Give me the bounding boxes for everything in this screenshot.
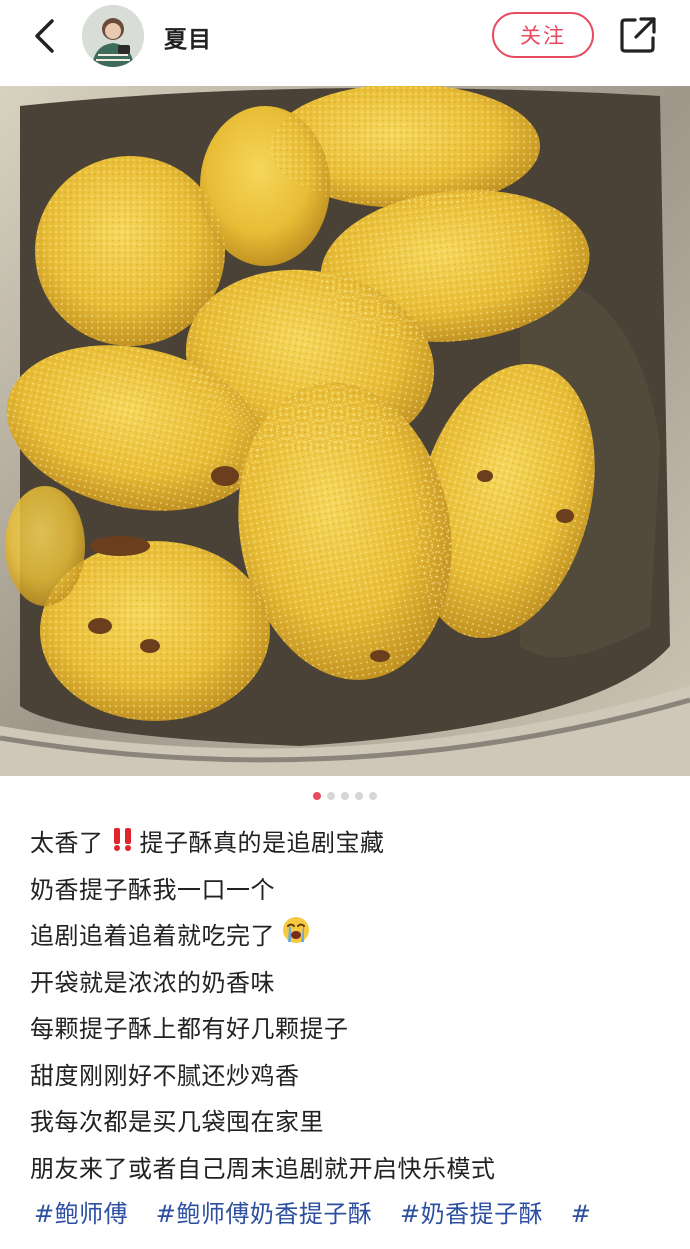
post-line: 我每次都是买几袋囤在家里 xyxy=(30,1108,324,1136)
chevron-left-icon xyxy=(35,19,54,53)
loudly-crying-face-icon xyxy=(281,914,311,961)
post-line: 太香了 提子酥真的是追剧宝藏 xyxy=(30,820,670,867)
carousel-dot[interactable] xyxy=(341,792,349,800)
carousel-indicator[interactable] xyxy=(0,792,690,806)
post-line: 甜度刚刚好不腻还炒鸡香 xyxy=(30,1061,300,1090)
post-line: 追剧追着追着就吃完了 xyxy=(30,913,670,960)
hashtag-row: #鲍师傅 #鲍师傅奶香提子酥 #奶香提子酥 # xyxy=(34,1192,684,1236)
follow-button[interactable]: 关注 xyxy=(492,12,594,58)
back-button[interactable] xyxy=(24,16,64,56)
post-line: 奶香提子酥我一口一个 xyxy=(30,875,275,904)
hashtag-link[interactable]: #鲍师傅奶香提子酥 xyxy=(156,1200,373,1228)
carousel-dot[interactable] xyxy=(313,792,321,800)
carousel-dot[interactable] xyxy=(327,792,335,800)
post-body: 太香了 提子酥真的是追剧宝藏 奶香提子酥我一口一个 追剧追着追着就吃完了 开袋就是… xyxy=(30,820,670,1192)
double-exclamation-icon xyxy=(110,821,136,868)
carousel-dot[interactable] xyxy=(369,792,377,800)
post-line: 朋友来了或者自己周末追剧就开启快乐模式 xyxy=(30,1154,496,1183)
post-line-text: 太香了 xyxy=(30,829,104,857)
author-name[interactable]: 夏目 xyxy=(164,20,212,54)
hashtag-link[interactable]: # xyxy=(571,1200,592,1228)
post-line-text: 提子酥真的是追剧宝藏 xyxy=(139,829,385,857)
hashtag-link[interactable]: #鲍师傅 xyxy=(34,1200,128,1228)
post-line: 每颗提子酥上都有好几颗提子 xyxy=(30,1015,349,1043)
post-photo[interactable] xyxy=(0,86,690,776)
share-button[interactable] xyxy=(616,13,660,57)
post-line: 开袋就是浓浓的奶香味 xyxy=(30,968,275,997)
post-line-text: 追剧追着追着就吃完了 xyxy=(30,922,275,950)
carousel-dot[interactable] xyxy=(355,792,363,800)
hashtag-link[interactable]: #奶香提子酥 xyxy=(400,1200,543,1228)
share-icon xyxy=(620,17,656,53)
top-bar: 夏目 关注 xyxy=(0,0,690,86)
avatar[interactable] xyxy=(82,5,144,67)
